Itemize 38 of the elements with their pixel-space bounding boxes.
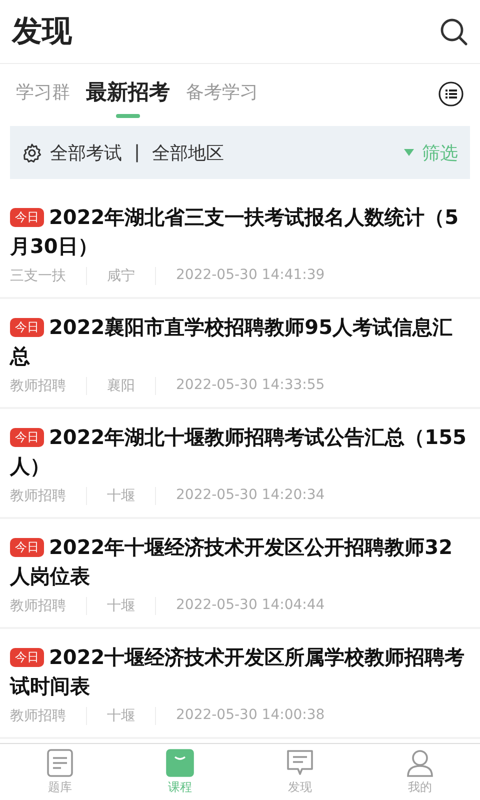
exam-filter[interactable]: 全部考试 xyxy=(50,140,122,164)
page-title: 发现 xyxy=(12,13,72,51)
article-category: 教师招聘 xyxy=(10,707,87,725)
today-badge: 今日 xyxy=(10,428,44,447)
article-region: 襄阳 xyxy=(107,377,156,395)
list-icon[interactable] xyxy=(438,81,464,107)
article-category: 教师招聘 xyxy=(10,597,87,615)
today-badge: 今日 xyxy=(10,538,44,557)
article-title[interactable]: 今日 2022年湖北十堰教师招聘考试公告汇总（155人） xyxy=(10,423,470,481)
article-time: 2022-05-30 14:04:44 xyxy=(176,597,326,615)
article-time: 2022-05-30 14:41:39 xyxy=(176,267,326,285)
article-time: 2022-05-30 14:33:55 xyxy=(176,377,326,395)
article-time: 2022-05-30 14:20:34 xyxy=(176,487,326,505)
today-badge: 今日 xyxy=(10,318,44,337)
today-badge: 今日 xyxy=(10,648,44,667)
category-tab[interactable]: 最新招考 xyxy=(86,64,170,124)
article-title[interactable]: 今日 2022年湖北省三支一扶考试报名人数统计（5月30日） xyxy=(10,203,470,261)
settings-icon[interactable] xyxy=(22,142,42,162)
article-category: 三支一扶 xyxy=(10,267,87,285)
person-icon xyxy=(406,748,434,776)
today-badge: 今日 xyxy=(10,208,44,227)
article-region: 咸宁 xyxy=(107,267,156,285)
article-title[interactable]: 今日 2022十堰经济技术开发区所属学校教师招聘考试时间表 xyxy=(10,643,470,701)
search-icon[interactable] xyxy=(440,18,468,46)
article-category: 教师招聘 xyxy=(10,377,87,395)
dropdown-icon xyxy=(404,149,414,156)
region-filter[interactable]: 全部地区 xyxy=(152,140,224,164)
article-region: 十堰 xyxy=(107,597,156,615)
article-time: 2022-05-30 14:00:38 xyxy=(176,707,326,725)
article-region: 十堰 xyxy=(107,487,156,505)
article-title[interactable]: 今日 2022年十堰经济技术开发区公开招聘教师32人岗位表 xyxy=(10,533,470,591)
article-region: 十堰 xyxy=(107,707,156,725)
article-category: 教师招聘 xyxy=(10,487,87,505)
bag-icon xyxy=(166,748,194,776)
separator: | xyxy=(133,142,142,163)
article-title[interactable]: 今日 2022襄阳市直学校招聘教师95人考试信息汇总 xyxy=(10,313,470,371)
chat-icon xyxy=(286,748,314,776)
list-icon xyxy=(46,748,74,776)
